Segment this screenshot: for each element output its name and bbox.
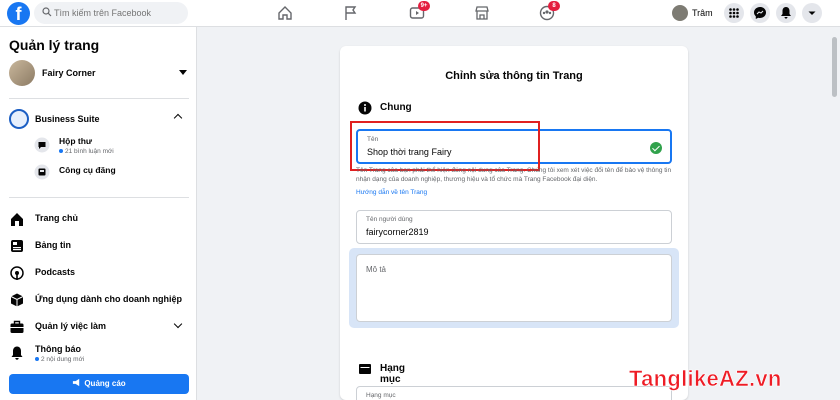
inbox-meta-text: 21 bình luận mới — [65, 148, 114, 155]
sidebar-item-label: Bảng tin — [35, 240, 71, 250]
news-feed-icon — [11, 240, 23, 252]
name-guidelines-link[interactable]: Hướng dẫn về tên Trang — [356, 189, 427, 196]
description-field[interactable]: Mô tả — [356, 254, 672, 322]
home-icon — [11, 213, 23, 226]
chat-bubble-icon — [34, 137, 50, 153]
flag-icon[interactable] — [343, 5, 359, 21]
notifications-meta: 2 nội dung mới — [35, 356, 84, 363]
groups-badge: 8 — [548, 1, 560, 11]
caret-down-icon — [179, 70, 187, 75]
video-badge: 9+ — [418, 1, 430, 11]
category-icon — [359, 364, 371, 374]
promote-button[interactable]: Quảng cáo — [9, 374, 189, 394]
business-suite-icon — [9, 109, 29, 129]
avatar — [672, 5, 688, 21]
chevron-up-icon — [173, 113, 183, 123]
field-label: Hạng mục — [366, 392, 396, 399]
divider — [9, 98, 189, 99]
sidebar-item-inbox[interactable]: Hộp thư 21 bình luận mới — [34, 134, 184, 158]
notifications-meta-text: 2 nội dung mới — [41, 356, 85, 363]
page-name: Fairy Corner — [42, 68, 96, 78]
divider — [9, 197, 189, 198]
sidebar-item-label: Hộp thư — [59, 136, 93, 146]
briefcase-icon — [10, 320, 24, 333]
scrollbar[interactable] — [829, 27, 840, 400]
section-title: Chung — [380, 102, 412, 113]
scrollbar-thumb[interactable] — [832, 37, 837, 97]
menu-button[interactable] — [724, 3, 744, 23]
user-name: Trâm — [692, 8, 713, 18]
inbox-meta: 21 bình luận mới — [59, 148, 114, 155]
name-helper-text: Tên Trang của bạn phải thể hiện đúng nội… — [356, 167, 672, 183]
sidebar-item-label: Business Suite — [35, 114, 100, 124]
notifications-button[interactable] — [776, 3, 796, 23]
chevron-down-icon — [173, 319, 183, 329]
search-input[interactable] — [54, 2, 184, 24]
messenger-button[interactable] — [750, 3, 770, 23]
promote-button-label: Quảng cáo — [84, 379, 126, 388]
sidebar-item-news-feed[interactable]: Bảng tin — [9, 236, 189, 256]
sidebar-item-home[interactable]: Trang chủ — [9, 209, 189, 229]
highlight-annotation — [350, 121, 540, 171]
bell-icon — [781, 7, 791, 19]
sidebar-item-business-suite[interactable]: Business Suite — [9, 109, 189, 129]
sidebar-item-label: Công cụ đăng — [59, 165, 116, 175]
nav-watch[interactable]: 9+ — [409, 1, 430, 21]
username-field[interactable]: Tên người dùng fairycorner2819 — [356, 210, 672, 244]
sidebar-item-business-apps[interactable]: Ứng dụng dành cho doanh nghiệp — [9, 290, 189, 310]
page-selector[interactable]: Fairy Corner — [9, 60, 189, 86]
sidebar-item-label: Trang chủ — [35, 213, 79, 223]
page-management-sidebar: Quản lý trang Fairy Corner Business Suit… — [0, 27, 197, 400]
sidebar-item-jobs[interactable]: Quản lý việc làm — [9, 317, 189, 337]
sidebar-item-notifications[interactable]: Thông báo 2 nội dung mới — [9, 343, 189, 369]
megaphone-icon — [73, 378, 80, 387]
section-title: Hạng mục — [380, 363, 405, 385]
unread-dot-icon — [35, 357, 39, 362]
unread-dot-icon — [59, 149, 63, 154]
username-value[interactable]: fairycorner2819 — [366, 227, 429, 237]
description-placeholder: Mô tả — [366, 265, 387, 274]
edit-page-info-panel: Chỉnh sửa thông tin Trang Chung Tên Shop… — [340, 46, 688, 400]
podcast-icon — [10, 266, 24, 280]
publishing-tools-icon — [34, 164, 50, 180]
panel-title: Chỉnh sửa thông tin Trang — [445, 70, 583, 82]
category-field[interactable]: Hạng mục — [356, 386, 672, 400]
sidebar-item-label: Quản lý việc làm — [35, 321, 107, 331]
marketplace-icon[interactable] — [474, 5, 490, 21]
sidebar-title: Quản lý trang — [9, 37, 100, 53]
grid-menu-icon — [729, 8, 739, 18]
sidebar-item-label: Thông báo — [35, 344, 81, 354]
sidebar-item-label: Podcasts — [35, 267, 76, 277]
sidebar-item-publishing-tools[interactable]: Công cụ đăng — [34, 161, 184, 185]
sidebar-item-podcasts[interactable]: Podcasts — [9, 263, 189, 283]
profile-link[interactable]: Trâm — [672, 4, 713, 22]
field-label: Tên người dùng — [366, 216, 413, 223]
search-icon — [42, 7, 52, 17]
description-focus-ring: Mô tả — [349, 248, 679, 328]
messenger-icon — [754, 7, 766, 19]
facebook-logo-icon[interactable]: f — [7, 2, 30, 25]
bell-icon — [11, 346, 23, 360]
cube-icon — [10, 293, 24, 307]
caret-down-icon — [808, 11, 816, 15]
account-button[interactable] — [802, 3, 822, 23]
top-navigation-bar: f 9+ 8 Trâm — [0, 0, 840, 27]
home-icon[interactable] — [277, 5, 293, 21]
page-avatar — [9, 60, 35, 86]
nav-groups[interactable]: 8 — [539, 1, 560, 21]
info-icon — [358, 101, 372, 115]
sidebar-item-label: Ứng dụng dành cho doanh nghiệp — [35, 294, 182, 304]
checkmark-icon — [650, 142, 662, 154]
watermark-logo: TanglikeAZ.vn — [629, 366, 782, 392]
search-box[interactable] — [34, 2, 188, 24]
